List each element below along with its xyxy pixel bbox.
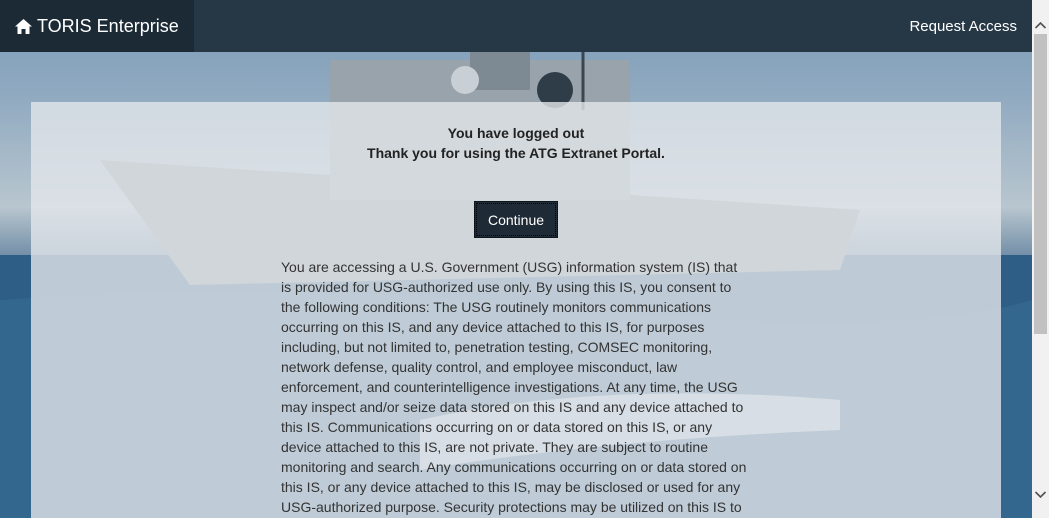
logged-out-message: You have logged out: [447, 125, 585, 141]
scroll-down-arrow-icon[interactable]: [1032, 486, 1049, 503]
scroll-up-arrow-icon[interactable]: [1032, 17, 1049, 34]
brand-label: TORIS Enterprise: [37, 15, 179, 36]
top-navbar: TORIS Enterprise Request Access: [0, 0, 1032, 52]
continue-button[interactable]: Continue: [474, 201, 558, 238]
brand-link[interactable]: TORIS Enterprise: [0, 0, 194, 52]
usg-notice-text: You are accessing a U.S. Government (USG…: [281, 259, 747, 515]
thank-you-message: Thank you for using the ATG Extranet Por…: [367, 145, 665, 161]
home-icon: [15, 18, 32, 34]
vertical-scrollbar[interactable]: [1032, 0, 1049, 518]
logout-panel: You have logged out Thank you for using …: [31, 102, 1001, 518]
request-access-link[interactable]: Request Access: [909, 18, 1032, 35]
scrollbar-thumb[interactable]: [1034, 34, 1047, 334]
